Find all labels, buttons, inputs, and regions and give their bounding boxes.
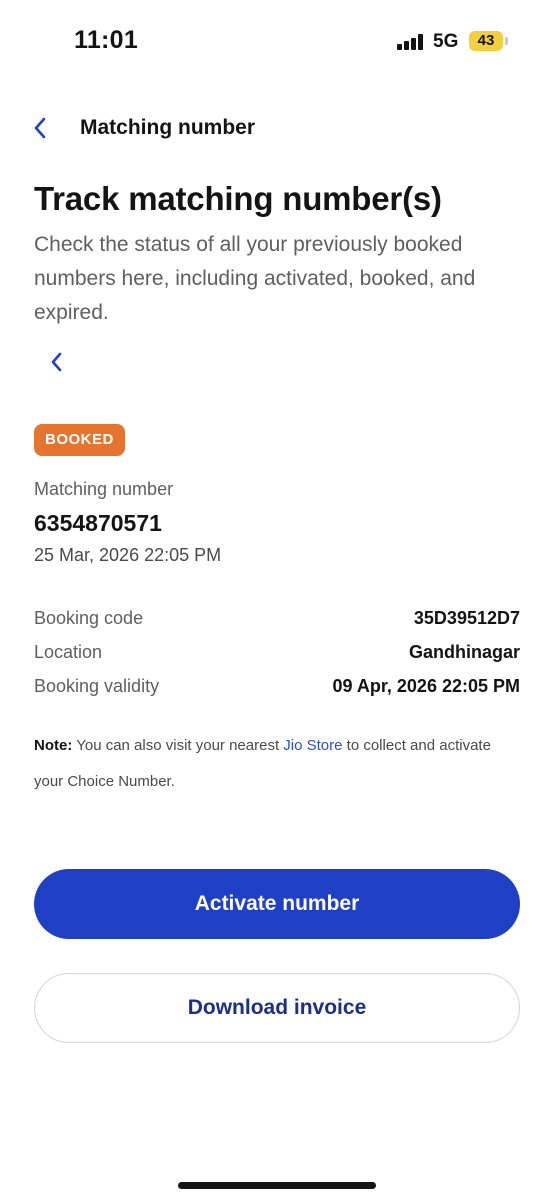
home-indicator[interactable] [178, 1182, 376, 1189]
page-title: Track matching number(s) [34, 180, 442, 217]
battery-level: 43 [477, 32, 495, 49]
location-value: Gandhinagar [408, 642, 520, 662]
note-prefix: Note: [34, 737, 73, 754]
booking-validity-value: 09 Apr, 2026 22:05 PM [332, 676, 520, 696]
cellular-signal-icon [397, 34, 425, 50]
network-type: 5G [433, 31, 459, 52]
location-label: Location [34, 642, 103, 662]
back-button[interactable] [22, 110, 58, 146]
header-title: Matching number [80, 116, 256, 139]
previous-item-button[interactable] [38, 344, 74, 380]
battery-cap [505, 37, 508, 45]
matching-number-label: Matching number [34, 479, 174, 499]
activate-number-button[interactable]: Activate number [34, 869, 520, 939]
status-badge: BOOKED [34, 424, 125, 456]
page-description: Check the status of all your previously … [34, 233, 476, 324]
chevron-left-icon [34, 117, 46, 139]
status-time: 11:01 [74, 26, 139, 54]
note-text-before: You can also visit your nearest [72, 737, 284, 754]
chevron-left-icon [51, 352, 62, 372]
note-text: Note: You can also visit your nearest Ji… [34, 728, 524, 800]
booking-code-value: 35D39512D7 [413, 608, 520, 628]
download-invoice-button[interactable]: Download invoice [34, 973, 520, 1043]
booked-date: 25 Mar, 2026 22:05 PM [34, 545, 222, 565]
matching-number-value: 6354870571 [34, 510, 162, 536]
booking-code-label: Booking code [34, 608, 144, 628]
booking-validity-label: Booking validity [34, 676, 160, 696]
jio-store-link[interactable]: Jio Store [283, 737, 342, 754]
